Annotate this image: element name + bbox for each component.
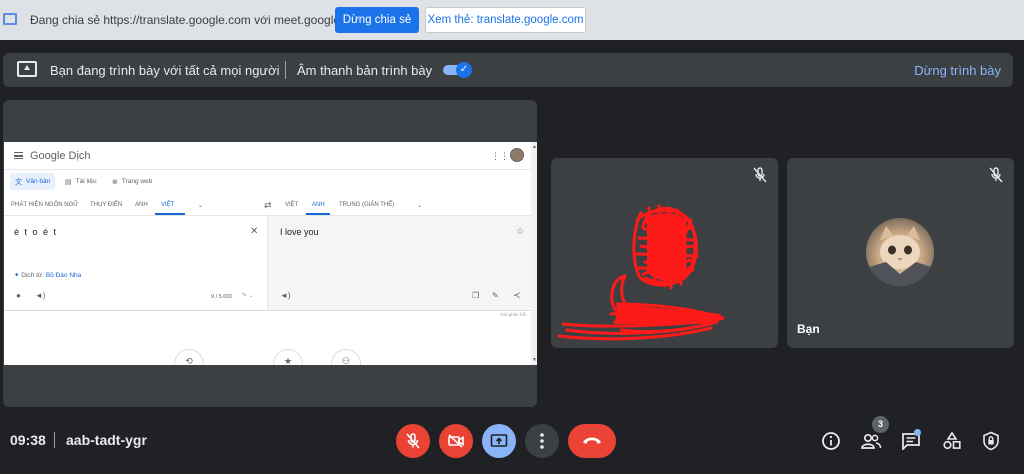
people-count-badge: 3 bbox=[872, 416, 889, 433]
detected-prefix: Dịch từ: bbox=[21, 272, 45, 279]
speaker-icon: ◄) bbox=[280, 291, 291, 300]
camera-off-icon bbox=[448, 434, 464, 448]
camera-toggle-button[interactable] bbox=[439, 424, 473, 458]
scroll-up-icon: ▲ bbox=[532, 144, 537, 150]
chevron-down-icon: ⌄ bbox=[198, 203, 204, 209]
star-icon: ☆ bbox=[516, 226, 525, 236]
source-pane: é t o é t ✕ ✦ Dịch từ: Bồ Đào Nha ● ◄) 9… bbox=[4, 216, 267, 310]
sharing-infobar: Đang chia sẻ https://translate.google.co… bbox=[0, 0, 1024, 40]
pen-icon: ✎ ⌄ bbox=[242, 293, 254, 299]
divider bbox=[54, 432, 55, 448]
contribute-icon: ⚇ bbox=[331, 349, 361, 365]
shared-screen: Google Dịch ⋮⋮⋮ 文 Văn bản ▤ Tài liệu ⊕ T… bbox=[4, 142, 537, 365]
activities-icon bbox=[943, 431, 961, 450]
people-icon bbox=[861, 433, 882, 449]
mic-off-icon bbox=[989, 167, 1003, 183]
document-icon: ▤ bbox=[65, 178, 72, 186]
selected-underline bbox=[155, 213, 185, 215]
microphone-toggle-button[interactable] bbox=[396, 424, 430, 458]
source-lang-english: ANH bbox=[135, 202, 148, 208]
translate-icon: 文 bbox=[15, 178, 22, 186]
cat-image bbox=[866, 226, 934, 286]
check-icon: ✓ bbox=[456, 62, 472, 78]
translation-text: I love you bbox=[280, 227, 319, 237]
view-tab-button[interactable]: Xem thẻ: translate.google.com bbox=[425, 7, 586, 33]
divider bbox=[285, 61, 286, 79]
stop-sharing-button[interactable]: Dừng chia sẻ bbox=[335, 7, 419, 33]
selected-underline bbox=[306, 213, 330, 215]
detected-language-link: Bồ Đào Nha bbox=[45, 272, 82, 279]
target-lang-vietnamese: VIỆT bbox=[285, 202, 299, 208]
send-feedback-link: Gửi phản hồi bbox=[500, 312, 527, 317]
swap-languages-icon: ⇄ bbox=[264, 200, 272, 210]
mode-tab-documents: ▤ Tài liệu bbox=[60, 173, 102, 190]
rate-icon: ✎ bbox=[492, 291, 499, 300]
scroll-down-icon: ▼ bbox=[532, 357, 537, 363]
mode-label: Văn bản bbox=[26, 178, 51, 185]
source-text: é t o é t bbox=[14, 227, 58, 237]
menu-icon bbox=[14, 152, 23, 159]
meeting-code: aab-tadt-ygr bbox=[66, 432, 147, 448]
sharing-message: Đang chia sẻ https://translate.google.co… bbox=[30, 13, 367, 27]
globe-icon: ⊕ bbox=[112, 178, 118, 186]
character-count: 9 / 5.000 bbox=[211, 294, 233, 300]
speaker-icon: ◄) bbox=[35, 291, 46, 300]
present-icon bbox=[17, 61, 37, 77]
history-icon: ⟲ bbox=[174, 349, 204, 365]
scrollbar: ▲ ▼ bbox=[531, 142, 537, 365]
presentation-bar: Bạn đang trình bày với tất cả mọi người … bbox=[3, 53, 1013, 87]
presenting-status: Bạn đang trình bày với tất cả mọi người bbox=[50, 63, 280, 78]
mode-tab-websites: ⊕ Trang web bbox=[107, 173, 157, 190]
present-screen-icon bbox=[490, 434, 508, 447]
chat-notification-dot bbox=[914, 429, 921, 436]
participant-tile[interactable] bbox=[551, 158, 778, 348]
participant-name: Bạn bbox=[797, 322, 820, 336]
red-scribble bbox=[557, 204, 725, 341]
self-tile[interactable]: Bạn bbox=[787, 158, 1014, 348]
google-translate-logo: Google Dịch bbox=[30, 150, 91, 162]
sparkle-icon: ✦ bbox=[14, 272, 20, 279]
microphone-icon: ● bbox=[16, 291, 21, 300]
source-lang-vietnamese: VIỆT bbox=[161, 202, 175, 208]
source-lang-swedish: THỤY ĐIỂN bbox=[90, 202, 123, 208]
presentation-audio-label: Âm thanh bản trình bày bbox=[297, 63, 433, 78]
target-lang-english: ANH bbox=[312, 202, 325, 208]
mode-tab-text: 文 Văn bản bbox=[10, 173, 56, 190]
chevron-down-icon: ⌄ bbox=[417, 203, 423, 209]
more-vert-icon bbox=[540, 433, 544, 449]
source-lang-detect: PHÁT HIỆN NGÔN NGỮ bbox=[11, 202, 79, 208]
target-pane: I love you ☆ ◄) ❐ ✎ ≺ bbox=[267, 216, 537, 310]
present-now-button[interactable] bbox=[482, 424, 516, 458]
stop-presenting-button[interactable]: Dừng trình bày bbox=[914, 63, 1001, 78]
detected-language: ✦ Dịch từ: Bồ Đào Nha bbox=[14, 271, 81, 279]
share-icon: ≺ bbox=[513, 290, 521, 300]
mode-label: Trang web bbox=[121, 178, 153, 185]
leave-call-button[interactable] bbox=[568, 424, 616, 458]
language-row: PHÁT HIỆN NGÔN NGỮ THỤY ĐIỂN ANH VIỆT ⌄ … bbox=[4, 196, 537, 216]
close-icon: ✕ bbox=[250, 226, 259, 237]
mode-label: Tài liệu bbox=[75, 178, 97, 185]
shield-lock-icon bbox=[983, 431, 999, 451]
meeting-details-button[interactable] bbox=[820, 430, 842, 452]
avatar bbox=[866, 218, 934, 286]
people-button[interactable] bbox=[860, 430, 882, 452]
presentation-audio-toggle[interactable]: ✓ bbox=[443, 62, 473, 78]
mic-off-icon bbox=[406, 433, 420, 449]
saved-star-icon: ★ bbox=[273, 349, 303, 365]
target-lang-chinese: TRUNG (GIẢN THỂ) bbox=[339, 202, 395, 208]
translate-header: Google Dịch ⋮⋮⋮ bbox=[4, 142, 537, 170]
hang-up-icon bbox=[583, 437, 601, 444]
host-controls-button[interactable] bbox=[980, 430, 1002, 452]
screen-share-icon bbox=[3, 13, 17, 25]
more-options-button[interactable] bbox=[525, 424, 559, 458]
account-avatar bbox=[510, 148, 524, 162]
divider bbox=[4, 310, 537, 311]
activities-button[interactable] bbox=[941, 430, 963, 452]
info-icon bbox=[822, 432, 840, 450]
meeting-time: 09:38 bbox=[10, 432, 46, 448]
presentation-tile: Google Dịch ⋮⋮⋮ 文 Văn bản ▤ Tài liệu ⊕ T… bbox=[3, 100, 537, 407]
copy-icon: ❐ bbox=[472, 291, 480, 300]
